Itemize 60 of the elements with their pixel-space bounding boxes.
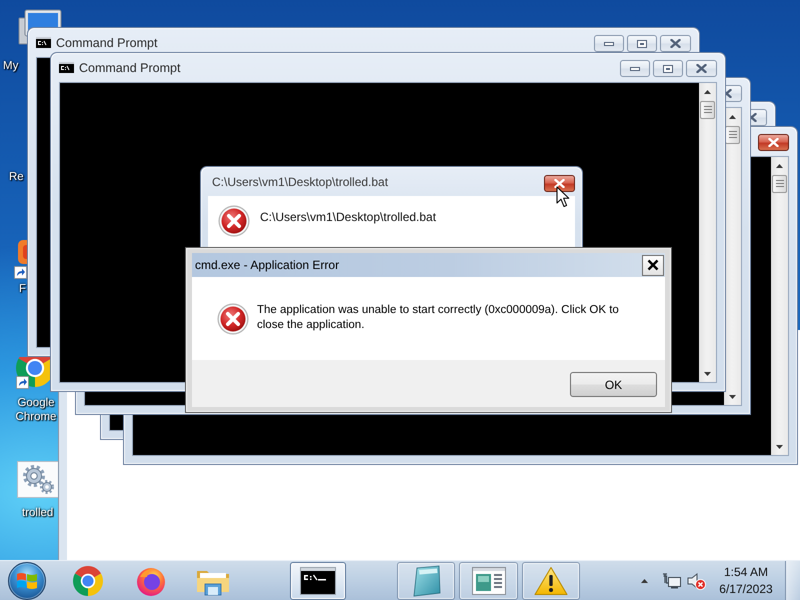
maximize-button[interactable] [653,60,683,77]
up-arrow-icon [776,164,783,168]
minimize-icon [630,66,640,70]
scrollbar[interactable] [771,157,788,455]
network-icon[interactable] [662,572,682,590]
minimize-button[interactable] [620,60,650,77]
dialog-message: The application was unable to start correctly (0xc000009a). Click OK to close the application. [257,303,620,333]
error-icon [217,303,249,335]
desktop-icon-label: F [19,282,27,296]
close-icon [696,64,707,73]
desktop-icon-label: Google Chrome [14,396,58,424]
close-button[interactable] [758,134,789,151]
window-title: Command Prompt [56,36,158,50]
close-icon [554,179,565,188]
close-icon [670,39,681,48]
desktop-icon-label: Re [9,170,25,184]
close-icon [768,138,779,147]
scrollbar-thumb[interactable] [772,175,787,193]
desktop-icon-label: My [3,59,20,73]
dialog-title: cmd.exe - Application Error [195,258,340,272]
down-arrow-icon [776,444,783,448]
console-icon [300,566,336,594]
chrome-icon [72,564,104,596]
scrollbar-thumb[interactable] [725,126,740,144]
windows-logo-icon [16,570,38,590]
maximize-icon [663,64,673,72]
window-title: Command Prompt [79,60,180,74]
caret-up-icon [641,578,648,582]
taskbar-button[interactable] [290,562,346,600]
dialog-title: C:\Users\vm1\Desktop\trolled.bat [212,174,388,188]
close-button[interactable] [642,254,664,276]
taskbar-button[interactable] [522,562,580,600]
warning-icon [534,566,568,596]
start-button[interactable] [8,562,46,600]
batch-file-icon[interactable] [17,461,59,498]
clock-date: 6/17/2023 [719,580,773,598]
minimize-button[interactable] [594,35,624,52]
close-icon [647,259,659,271]
scrollbar-thumb[interactable] [700,101,715,119]
dialog-message: C:\Users\vm1\Desktop\trolled.bat [260,209,436,225]
window-icon [472,566,506,594]
close-icon [726,89,732,98]
up-arrow-icon [729,114,736,118]
volume-icon[interactable] [686,572,706,590]
desktop-icon-label: trolled [22,506,54,520]
close-button[interactable] [544,175,575,192]
show-desktop-button[interactable] [785,561,800,600]
maximize-button[interactable] [627,35,657,52]
down-arrow-icon [729,394,736,398]
maximize-icon [637,40,647,48]
down-arrow-icon [704,372,711,376]
console-icon [59,62,74,73]
close-icon [751,113,757,122]
console-icon [36,37,51,48]
clock-time: 1:54 AM [724,564,768,580]
up-arrow-icon [704,90,711,94]
minimize-icon [604,42,614,46]
error-icon [218,205,250,237]
scrollbar[interactable] [699,83,716,382]
ok-button[interactable]: OK [570,372,657,397]
